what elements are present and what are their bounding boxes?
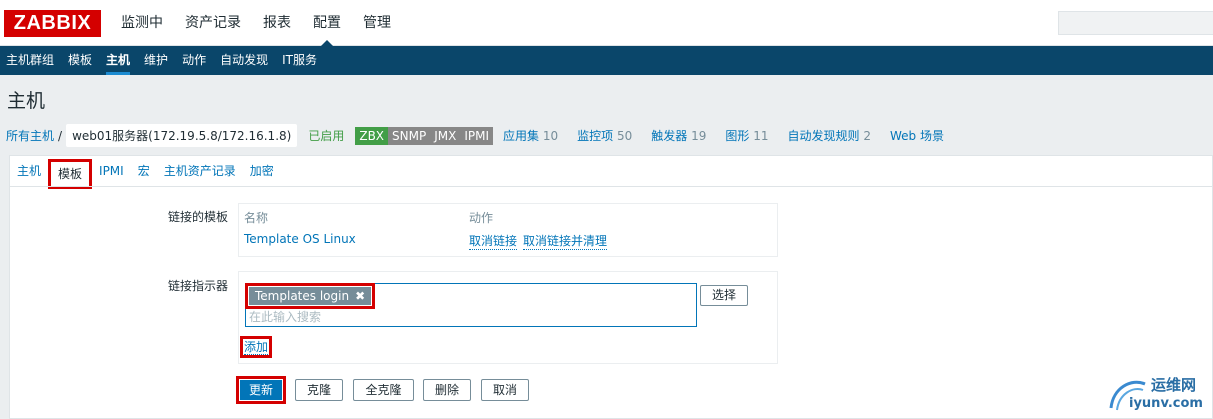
delete-button[interactable]: 删除 <box>423 379 471 401</box>
breadcrumb: 所有主机 / web01服务器(172.19.5.8/172.16.1.8) 已… <box>6 124 963 147</box>
link-items[interactable]: 监控项 50 <box>577 127 632 144</box>
submenu-host-groups[interactable]: 主机群组 <box>0 46 62 75</box>
link-new-templates-label: 链接指示器 <box>167 279 228 293</box>
main-menu: 监测中 资产记录 报表 配置 管理 <box>110 0 402 46</box>
select-button[interactable]: 选择 <box>700 285 748 306</box>
link-triggers[interactable]: 触发器 19 <box>651 127 706 144</box>
host-status-enabled[interactable]: 已启用 <box>308 127 344 144</box>
badge-zbx: ZBX <box>355 126 389 145</box>
menu-inventory[interactable]: 资产记录 <box>174 0 252 46</box>
linked-templates-table: 名称 动作 Template OS Linux 取消链接 取消链接并清理 <box>238 203 778 257</box>
tab-macros[interactable]: 宏 <box>131 156 157 186</box>
watermark-line1: 运维网 <box>1151 376 1197 394</box>
add-link-highlight: 添加 <box>240 336 273 358</box>
badge-snmp: SNMP <box>388 126 431 145</box>
top-header: ZABBIX 监测中 资产记录 报表 配置 管理 <box>0 0 1213 46</box>
badge-ipmi: IPMI <box>460 126 494 145</box>
tab-host[interactable]: 主机 <box>10 156 48 186</box>
column-action-header: 动作 <box>469 211 494 225</box>
link-new-templates-box: Templates login ✖ 在此输入搜索 选择 添加 <box>238 271 778 364</box>
host-form-panel: 主机 模板 IPMI 宏 主机资产记录 加密 链接的模板 名称 动作 Templ… <box>9 155 1213 419</box>
sub-menu: 主机群组 模板 主机 维护 动作 自动发现 IT服务 <box>0 46 1213 75</box>
template-name-link[interactable]: Template OS Linux <box>244 232 356 246</box>
badge-jmx: JMX <box>430 126 461 145</box>
update-button-highlight: 更新 <box>236 376 286 404</box>
link-web-scenarios[interactable]: Web 场景 <box>890 127 944 144</box>
tab-templates[interactable]: 模板 <box>48 159 93 189</box>
link-applications[interactable]: 应用集 10 <box>503 127 558 144</box>
column-name-header: 名称 <box>244 211 269 225</box>
unlink-button[interactable]: 取消链接 <box>469 232 518 250</box>
cancel-button[interactable]: 取消 <box>481 379 529 401</box>
unlink-and-clear-button[interactable]: 取消链接并清理 <box>523 232 608 250</box>
site-watermark: 运维网 iyunv.com <box>1107 372 1213 416</box>
breadcrumb-separator: / <box>58 128 63 143</box>
breadcrumb-host: web01服务器(172.19.5.8/172.16.1.8) <box>66 124 298 147</box>
submenu-templates[interactable]: 模板 <box>62 46 100 75</box>
global-search-input[interactable] <box>1058 11 1213 35</box>
chip-remove-icon[interactable]: ✖ <box>355 288 365 304</box>
breadcrumb-all-hosts[interactable]: 所有主机 <box>6 127 54 144</box>
availability-badges: ZBX SNMP JMX IPMI <box>355 126 494 145</box>
linked-templates-label: 链接的模板 <box>167 210 228 224</box>
link-graphs[interactable]: 图形 11 <box>725 127 768 144</box>
full-clone-button[interactable]: 全克隆 <box>353 379 414 401</box>
watermark-line2: iyunv.com <box>1129 396 1203 411</box>
clone-button[interactable]: 克隆 <box>295 379 343 401</box>
link-discovery-rules[interactable]: 自动发现规则 2 <box>788 127 871 144</box>
tab-divider <box>10 186 1212 187</box>
menu-administration[interactable]: 管理 <box>352 0 402 46</box>
submenu-it-services[interactable]: IT服务 <box>276 46 325 75</box>
submenu-actions[interactable]: 动作 <box>176 46 214 75</box>
submenu-hosts[interactable]: 主机 <box>100 46 138 75</box>
submenu-discovery[interactable]: 自动发现 <box>214 46 276 75</box>
search-input[interactable]: 在此输入搜索 <box>249 308 321 325</box>
menu-reports[interactable]: 报表 <box>252 0 302 46</box>
tab-encryption[interactable]: 加密 <box>243 156 281 186</box>
form-tabs: 主机 模板 IPMI 宏 主机资产记录 加密 <box>10 156 281 189</box>
menu-configuration[interactable]: 配置 <box>302 0 352 46</box>
add-link[interactable]: 添加 <box>244 340 269 355</box>
submenu-maintenance[interactable]: 维护 <box>138 46 176 75</box>
tab-ipmi[interactable]: IPMI <box>92 156 131 186</box>
chip-label: Templates login <box>255 289 350 303</box>
update-button[interactable]: 更新 <box>240 380 282 400</box>
page-title: 主机 <box>7 90 46 112</box>
zabbix-logo[interactable]: ZABBIX <box>4 10 101 37</box>
selected-template-chip: Templates login ✖ <box>245 283 376 309</box>
template-multiselect[interactable]: Templates login ✖ 在此输入搜索 <box>245 283 697 327</box>
tab-host-inventory[interactable]: 主机资产记录 <box>157 156 243 186</box>
menu-monitoring[interactable]: 监测中 <box>110 0 174 46</box>
